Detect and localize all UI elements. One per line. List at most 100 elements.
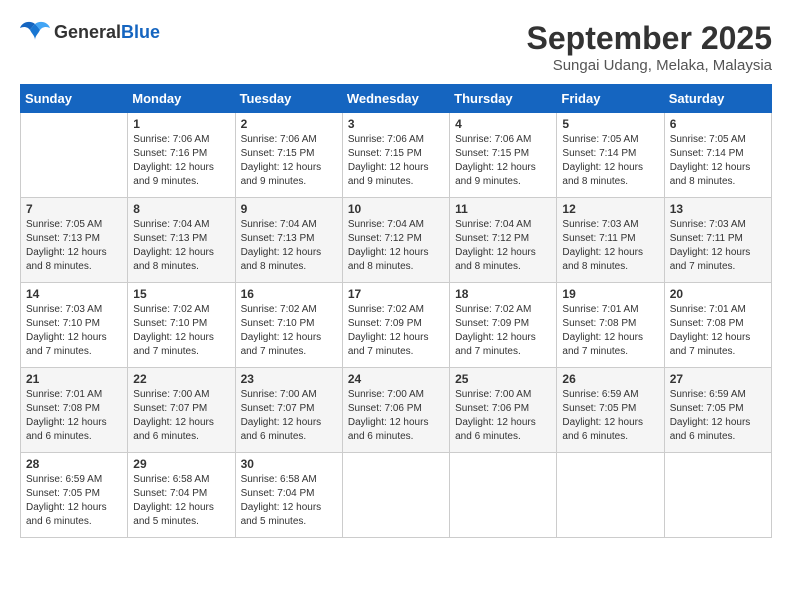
cell-sun-info: Sunrise: 7:00 AM Sunset: 7:07 PM Dayligh…: [133, 388, 229, 444]
week-row-1: 1 Sunrise: 7:06 AM Sunset: 7:16 PM Daylig…: [21, 113, 772, 198]
day-number: 5: [562, 117, 658, 131]
cell-sun-info: Sunrise: 7:03 AM Sunset: 7:11 PM Dayligh…: [670, 218, 766, 274]
day-number: 12: [562, 202, 658, 216]
cell-sun-info: Sunrise: 6:59 AM Sunset: 7:05 PM Dayligh…: [670, 388, 766, 444]
cell-sun-info: Sunrise: 6:59 AM Sunset: 7:05 PM Dayligh…: [562, 388, 658, 444]
day-number: 13: [670, 202, 766, 216]
week-row-5: 28 Sunrise: 6:59 AM Sunset: 7:05 PM Dayli…: [21, 453, 772, 538]
cell-sun-info: Sunrise: 6:58 AM Sunset: 7:04 PM Dayligh…: [241, 473, 337, 529]
cell-sun-info: Sunrise: 7:06 AM Sunset: 7:15 PM Dayligh…: [241, 133, 337, 189]
calendar-cell: 27Sunrise: 6:59 AM Sunset: 7:05 PM Dayli…: [664, 368, 771, 453]
calendar-cell: [342, 453, 449, 538]
calendar-cell: 8 Sunrise: 7:04 AM Sunset: 7:13 PM Daylig…: [128, 198, 235, 283]
cell-sun-info: Sunrise: 7:01 AM Sunset: 7:08 PM Dayligh…: [26, 388, 122, 444]
cell-sun-info: Sunrise: 7:00 AM Sunset: 7:06 PM Dayligh…: [455, 388, 551, 444]
calendar-body: 1 Sunrise: 7:06 AM Sunset: 7:16 PM Daylig…: [21, 113, 772, 538]
calendar-cell: 13 Sunrise: 7:03 AM Sunset: 7:11 PM Dayli…: [664, 198, 771, 283]
day-number: 6: [670, 117, 766, 131]
calendar-cell: 23 Sunrise: 7:00 AM Sunset: 7:07 PM Dayli…: [235, 368, 342, 453]
cell-sun-info: Sunrise: 7:00 AM Sunset: 7:07 PM Dayligh…: [241, 388, 337, 444]
logo-blue: Blue: [121, 22, 160, 42]
calendar-cell: [557, 453, 664, 538]
calendar-cell: 9Sunrise: 7:04 AM Sunset: 7:13 PM Daylig…: [235, 198, 342, 283]
cell-sun-info: Sunrise: 7:01 AM Sunset: 7:08 PM Dayligh…: [562, 303, 658, 359]
calendar-cell: 17 Sunrise: 7:02 AM Sunset: 7:09 PM Dayli…: [342, 283, 449, 368]
day-number: 21: [26, 372, 122, 386]
day-number: 14: [26, 287, 122, 301]
column-header-sunday: Sunday: [21, 85, 128, 113]
day-number: 15: [133, 287, 229, 301]
cell-sun-info: Sunrise: 7:01 AM Sunset: 7:08 PM Dayligh…: [670, 303, 766, 359]
calendar-cell: 28 Sunrise: 6:59 AM Sunset: 7:05 PM Dayli…: [21, 453, 128, 538]
cell-sun-info: Sunrise: 7:02 AM Sunset: 7:09 PM Dayligh…: [348, 303, 444, 359]
calendar-cell: 11Sunrise: 7:04 AM Sunset: 7:12 PM Dayli…: [450, 198, 557, 283]
calendar-cell: 10Sunrise: 7:04 AM Sunset: 7:12 PM Dayli…: [342, 198, 449, 283]
logo-general: General: [54, 22, 121, 42]
cell-sun-info: Sunrise: 6:59 AM Sunset: 7:05 PM Dayligh…: [26, 473, 122, 529]
calendar-cell: 16 Sunrise: 7:02 AM Sunset: 7:10 PM Dayli…: [235, 283, 342, 368]
cell-sun-info: Sunrise: 7:00 AM Sunset: 7:06 PM Dayligh…: [348, 388, 444, 444]
day-number: 4: [455, 117, 551, 131]
calendar-cell: 30 Sunrise: 6:58 AM Sunset: 7:04 PM Dayli…: [235, 453, 342, 538]
day-number: 29: [133, 457, 229, 471]
calendar-cell: [21, 113, 128, 198]
day-number: 26: [562, 372, 658, 386]
cell-sun-info: Sunrise: 7:05 AM Sunset: 7:13 PM Dayligh…: [26, 218, 122, 274]
column-header-wednesday: Wednesday: [342, 85, 449, 113]
calendar-cell: 26 Sunrise: 6:59 AM Sunset: 7:05 PM Dayli…: [557, 368, 664, 453]
cell-sun-info: Sunrise: 7:05 AM Sunset: 7:14 PM Dayligh…: [562, 133, 658, 189]
column-header-monday: Monday: [128, 85, 235, 113]
logo-icon: [20, 20, 50, 44]
logo: GeneralBlue: [20, 20, 160, 44]
calendar-cell: [450, 453, 557, 538]
day-number: 11: [455, 202, 551, 216]
calendar-cell: 24 Sunrise: 7:00 AM Sunset: 7:06 PM Dayli…: [342, 368, 449, 453]
day-number: 17: [348, 287, 444, 301]
cell-sun-info: Sunrise: 7:03 AM Sunset: 7:11 PM Dayligh…: [562, 218, 658, 274]
column-header-thursday: Thursday: [450, 85, 557, 113]
calendar-cell: 14 Sunrise: 7:03 AM Sunset: 7:10 PM Dayli…: [21, 283, 128, 368]
cell-sun-info: Sunrise: 7:04 AM Sunset: 7:13 PM Dayligh…: [241, 218, 337, 274]
day-number: 16: [241, 287, 337, 301]
calendar-header-row: SundayMondayTuesdayWednesdayThursdayFrid…: [21, 85, 772, 113]
week-row-3: 14 Sunrise: 7:03 AM Sunset: 7:10 PM Dayli…: [21, 283, 772, 368]
calendar-cell: 19 Sunrise: 7:01 AM Sunset: 7:08 PM Dayli…: [557, 283, 664, 368]
cell-sun-info: Sunrise: 6:58 AM Sunset: 7:04 PM Dayligh…: [133, 473, 229, 529]
cell-sun-info: Sunrise: 7:02 AM Sunset: 7:10 PM Dayligh…: [133, 303, 229, 359]
column-header-friday: Friday: [557, 85, 664, 113]
calendar-cell: 18 Sunrise: 7:02 AM Sunset: 7:09 PM Dayli…: [450, 283, 557, 368]
day-number: 19: [562, 287, 658, 301]
calendar-cell: 4 Sunrise: 7:06 AM Sunset: 7:15 PM Daylig…: [450, 113, 557, 198]
day-number: 28: [26, 457, 122, 471]
day-number: 1: [133, 117, 229, 131]
day-number: 20: [670, 287, 766, 301]
calendar-cell: 21 Sunrise: 7:01 AM Sunset: 7:08 PM Dayli…: [21, 368, 128, 453]
day-number: 8: [133, 202, 229, 216]
day-number: 24: [348, 372, 444, 386]
calendar-table: SundayMondayTuesdayWednesdayThursdayFrid…: [20, 84, 772, 538]
month-title: September 2025: [527, 20, 772, 57]
cell-sun-info: Sunrise: 7:02 AM Sunset: 7:09 PM Dayligh…: [455, 303, 551, 359]
calendar-cell: 29 Sunrise: 6:58 AM Sunset: 7:04 PM Dayli…: [128, 453, 235, 538]
cell-sun-info: Sunrise: 7:06 AM Sunset: 7:15 PM Dayligh…: [455, 133, 551, 189]
day-number: 3: [348, 117, 444, 131]
day-number: 23: [241, 372, 337, 386]
column-header-saturday: Saturday: [664, 85, 771, 113]
page-header: GeneralBlue September 2025 Sungai Udang,…: [20, 20, 772, 74]
calendar-cell: 3Sunrise: 7:06 AM Sunset: 7:15 PM Daylig…: [342, 113, 449, 198]
day-number: 30: [241, 457, 337, 471]
cell-sun-info: Sunrise: 7:04 AM Sunset: 7:13 PM Dayligh…: [133, 218, 229, 274]
calendar-cell: 22Sunrise: 7:00 AM Sunset: 7:07 PM Dayli…: [128, 368, 235, 453]
logo-text: GeneralBlue: [54, 22, 160, 43]
cell-sun-info: Sunrise: 7:05 AM Sunset: 7:14 PM Dayligh…: [670, 133, 766, 189]
calendar-cell: 15 Sunrise: 7:02 AM Sunset: 7:10 PM Dayli…: [128, 283, 235, 368]
calendar-cell: [664, 453, 771, 538]
calendar-cell: 5 Sunrise: 7:05 AM Sunset: 7:14 PM Daylig…: [557, 113, 664, 198]
column-header-tuesday: Tuesday: [235, 85, 342, 113]
cell-sun-info: Sunrise: 7:02 AM Sunset: 7:10 PM Dayligh…: [241, 303, 337, 359]
cell-sun-info: Sunrise: 7:06 AM Sunset: 7:16 PM Dayligh…: [133, 133, 229, 189]
day-number: 18: [455, 287, 551, 301]
cell-sun-info: Sunrise: 7:03 AM Sunset: 7:10 PM Dayligh…: [26, 303, 122, 359]
title-block: September 2025 Sungai Udang, Melaka, Mal…: [527, 20, 772, 74]
calendar-cell: 1 Sunrise: 7:06 AM Sunset: 7:16 PM Daylig…: [128, 113, 235, 198]
